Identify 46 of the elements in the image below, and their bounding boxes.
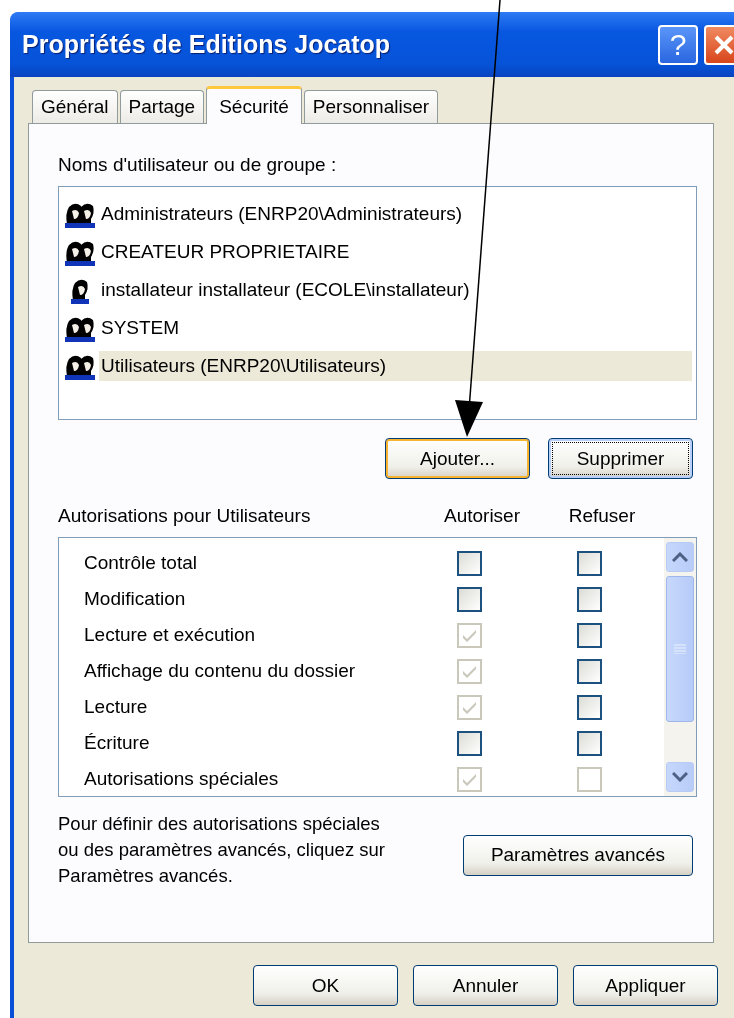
close-button[interactable] — [704, 24, 734, 65]
dialog-button[interactable]: OK — [253, 965, 398, 1006]
grip-icon — [674, 644, 686, 654]
user-list-item[interactable]: installateur installateur (ECOLE\installateur) — [99, 275, 692, 305]
users-label: Noms d'utilisateur ou de groupe : — [58, 154, 338, 176]
checkbox[interactable] — [456, 730, 482, 756]
help-button[interactable]: ? — [658, 24, 698, 65]
permission-name: Lecture — [83, 696, 149, 718]
window-title: Propriétés de Editions Jocatop — [21, 30, 392, 59]
permission-name: Écriture — [83, 732, 151, 754]
user-list-item[interactable]: CREATEUR PROPRIETAIRE — [99, 237, 692, 267]
add-button[interactable]: Ajouter... — [385, 438, 530, 479]
user-list-item[interactable]: SYSTEM — [99, 313, 692, 343]
tab[interactable]: Partage — [119, 90, 205, 123]
checkbox[interactable] — [576, 622, 602, 648]
dialog-button[interactable]: Annuler — [413, 965, 558, 1006]
permission-name: Modification — [83, 588, 187, 610]
chevron-up-icon — [672, 552, 688, 562]
checkbox[interactable] — [576, 730, 602, 756]
dialog-button[interactable]: Appliquer — [573, 965, 718, 1006]
user-list-item[interactable]: Administrateurs (ENRP20\Administrateurs) — [99, 199, 692, 229]
scroll-thumb[interactable] — [666, 576, 694, 722]
permissions-label: Autorisations pour Utilisateurs — [58, 505, 312, 527]
scrollbar[interactable] — [664, 538, 696, 796]
permission-name: Lecture et exécution — [83, 624, 257, 646]
tab[interactable]: Général — [32, 90, 118, 123]
scroll-down-button[interactable] — [666, 762, 694, 792]
tab[interactable]: Personnaliser — [303, 90, 439, 123]
checkbox[interactable] — [456, 586, 482, 612]
checkbox[interactable] — [576, 586, 602, 612]
user-list-item[interactable]: Utilisateurs (ENRP20\Utilisateurs) — [99, 351, 692, 381]
advanced-settings-button[interactable]: Paramètres avancés — [463, 834, 693, 876]
remove-button[interactable]: Supprimer — [548, 438, 693, 479]
checkbox[interactable] — [576, 550, 602, 576]
column-header: Refuser — [567, 505, 637, 527]
permission-name: Affichage du contenu du dossier — [83, 660, 357, 682]
tab[interactable]: Sécurité — [206, 86, 302, 124]
permission-name: Autorisations spéciales — [83, 768, 280, 790]
help-text: Pour définir des autorisations spéciales ou des paramètres avancés, cliquez sur Paramètres avancés. — [58, 812, 386, 888]
checkbox[interactable] — [576, 658, 602, 684]
checkbox[interactable] — [456, 550, 482, 576]
column-header: Autoriser — [443, 505, 521, 527]
chevron-down-icon — [672, 772, 688, 782]
checkbox[interactable] — [576, 694, 602, 720]
permission-name: Contrôle total — [83, 552, 198, 574]
scroll-up-button[interactable] — [666, 542, 694, 572]
